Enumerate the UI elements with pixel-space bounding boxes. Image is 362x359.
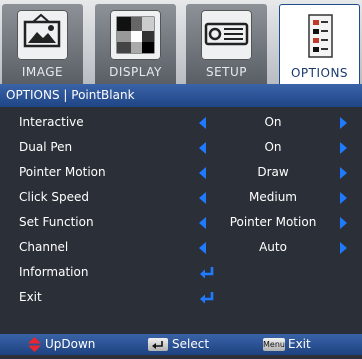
arrow-left-icon[interactable] <box>199 167 206 179</box>
menu-row-click-speed[interactable]: Click Speed Medium <box>0 185 362 210</box>
row-label: Set Function <box>19 215 94 229</box>
options-icon <box>295 11 346 61</box>
menu-row-interactive[interactable]: Interactive On <box>0 110 362 135</box>
menu-row-channel[interactable]: Channel Auto <box>0 235 362 260</box>
image-icon <box>17 10 68 60</box>
row-label: Channel <box>19 240 69 254</box>
arrow-left-icon[interactable] <box>199 192 206 204</box>
menu-row-information[interactable]: Information <box>0 260 362 285</box>
arrow-left-icon[interactable] <box>199 142 206 154</box>
menu-row-dual-pen[interactable]: Dual Pen On <box>0 135 362 160</box>
row-label: Interactive <box>19 115 84 129</box>
row-label: Click Speed <box>19 190 90 204</box>
tab-options[interactable]: OPTIONS <box>279 4 360 84</box>
display-icon <box>110 10 161 60</box>
row-label: Information <box>19 265 89 279</box>
menu-row-pointer-motion[interactable]: Pointer Motion Draw <box>0 160 362 185</box>
menu-row-set-function[interactable]: Set Function Pointer Motion <box>0 210 362 235</box>
row-label: Exit <box>19 290 42 304</box>
tab-image-label: IMAGE <box>21 65 64 79</box>
footer-help-bar: UpDown Select Menu Exit <box>0 334 362 355</box>
arrow-left-icon[interactable] <box>199 117 206 129</box>
menu-row-exit[interactable]: Exit <box>0 285 362 310</box>
arrow-right-icon[interactable] <box>340 217 347 229</box>
arrow-right-icon[interactable] <box>340 242 347 254</box>
row-value: On <box>264 115 282 129</box>
tab-display-label: DISPLAY <box>109 65 162 79</box>
row-value: Draw <box>257 165 289 179</box>
arrow-right-icon[interactable] <box>340 142 347 154</box>
menu-key-icon: Menu <box>263 338 285 351</box>
projector-icon <box>201 10 252 60</box>
row-value: Pointer Motion <box>229 215 317 229</box>
row-label: Dual Pen <box>19 140 73 154</box>
row-value: Medium <box>249 190 297 204</box>
arrow-left-icon[interactable] <box>199 242 206 254</box>
enter-key-icon <box>148 338 168 351</box>
arrow-left-icon[interactable] <box>199 217 206 229</box>
row-label: Pointer Motion <box>19 165 106 179</box>
updown-label: UpDown <box>45 337 96 351</box>
tab-setup-label: SETUP <box>205 65 248 79</box>
page-title: OPTIONS | PointBlank <box>0 84 362 107</box>
exit-label: Exit <box>288 337 311 351</box>
tab-options-label: OPTIONS <box>290 66 349 80</box>
enter-icon[interactable] <box>199 265 215 279</box>
arrow-right-icon[interactable] <box>340 117 347 129</box>
arrow-right-icon[interactable] <box>340 192 347 204</box>
row-value: On <box>264 140 282 154</box>
arrow-right-icon[interactable] <box>340 167 347 179</box>
tab-image[interactable]: IMAGE <box>2 4 83 84</box>
select-label: Select <box>172 337 210 351</box>
row-value: Auto <box>259 240 287 254</box>
tab-display[interactable]: DISPLAY <box>95 4 176 84</box>
enter-icon[interactable] <box>199 290 215 304</box>
updown-arrows-icon <box>28 337 41 359</box>
tab-setup[interactable]: SETUP <box>186 4 267 84</box>
menu-tab-strip: IMAGE DISPLAY SETUP OPTIONS <box>0 0 362 84</box>
